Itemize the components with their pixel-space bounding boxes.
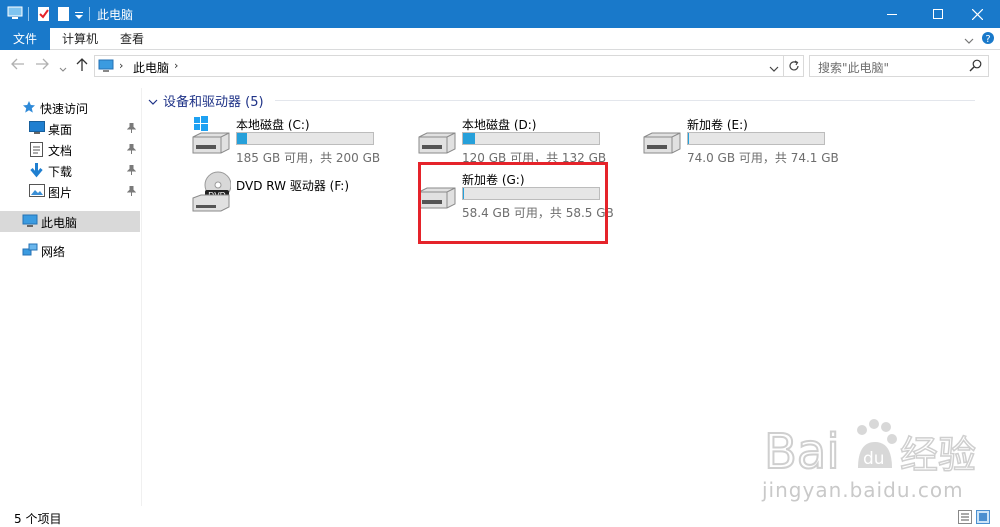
drive-size: 185 GB 可用，共 200 GB — [236, 151, 381, 165]
watermark-site: jingyan.baidu.com — [762, 478, 964, 502]
baidu-watermark: Bai du 经验 jingyan.baidu.com — [762, 412, 992, 507]
breadcrumb-chevron-icon[interactable]: › — [119, 59, 123, 72]
title-bar: 此电脑 — [0, 0, 1000, 28]
svg-text:经验: 经验 — [900, 433, 976, 477]
dvd-drive-icon: DVD — [191, 171, 232, 216]
breadcrumb-this-pc[interactable]: 此电脑 — [133, 59, 169, 76]
divider — [28, 7, 30, 24]
sidebar-item-quick-access[interactable]: 快速访问 — [0, 97, 140, 118]
annotation-highlight-box — [418, 162, 608, 244]
computer-icon[interactable] — [7, 6, 23, 23]
desktop-icon — [29, 121, 45, 137]
drive-size: 74.0 GB 可用，共 74.1 GB — [687, 151, 839, 165]
sidebar-item-label: 快速访问 — [40, 102, 89, 116]
refresh-icon — [788, 60, 799, 71]
computer-icon — [98, 59, 114, 76]
maximize-icon — [933, 9, 943, 19]
drive-item-e[interactable]: 新加卷 (E:) 74.0 GB 可用，共 74.1 GB — [642, 115, 852, 165]
address-bar[interactable]: › 此电脑 › — [94, 55, 784, 77]
svg-text:du: du — [863, 449, 885, 469]
navigation-bar: › 此电脑 › 搜索"此电脑" — [0, 51, 1000, 81]
status-bar: 5 个项目 — [0, 507, 1000, 527]
drive-usage-bar — [236, 132, 374, 145]
expand-ribbon-icon[interactable] — [964, 34, 974, 48]
drive-usage-bar — [462, 132, 600, 145]
customize-toolbar-icon[interactable] — [74, 10, 84, 24]
drive-name: 本地磁盘 (D:) — [462, 118, 537, 132]
new-folder-icon[interactable] — [57, 6, 71, 25]
close-icon — [971, 8, 983, 20]
search-icon[interactable] — [969, 59, 982, 75]
minimize-icon — [887, 14, 897, 15]
up-icon[interactable] — [76, 58, 88, 76]
pictures-icon — [29, 184, 45, 200]
drive-usage-fill — [237, 133, 248, 144]
search-placeholder: 搜索"此电脑" — [818, 61, 890, 75]
sidebar-item-label: 下载 — [48, 165, 73, 179]
sidebar-item-label: 网络 — [41, 245, 66, 259]
large-icons-view-icon[interactable] — [976, 510, 990, 527]
sidebar-item-pictures[interactable]: 图片 — [0, 181, 140, 202]
sidebar-item-documents[interactable]: 文档 — [0, 139, 140, 160]
network-icon — [22, 243, 38, 260]
sidebar-item-network[interactable]: 网络 — [0, 240, 140, 261]
drive-name: DVD RW 驱动器 (F:) — [236, 179, 350, 193]
sidebar-item-label: 桌面 — [48, 123, 73, 137]
hard-drive-icon — [417, 115, 457, 160]
back-icon[interactable] — [11, 58, 25, 74]
recent-locations-icon[interactable] — [59, 61, 67, 77]
baidu-logo: Bai du 经验 — [763, 419, 977, 481]
navigation-pane: 快速访问 桌面 文档 下载 图片 此电脑 网络 — [0, 88, 142, 506]
drive-item-d[interactable]: 本地磁盘 (D:) 120 GB 可用，共 132 GB — [417, 115, 627, 165]
sidebar-item-label: 此电脑 — [41, 216, 78, 230]
search-input[interactable]: 搜索"此电脑" — [809, 55, 989, 77]
group-divider — [275, 100, 975, 101]
drive-usage-bar — [687, 132, 825, 145]
drive-usage-fill — [463, 133, 476, 144]
help-icon[interactable]: ? — [981, 31, 995, 48]
group-title: 设备和驱动器 (5) — [163, 95, 264, 110]
drive-item-f[interactable]: DVD DVD RW 驱动器 (F:) — [191, 171, 401, 221]
refresh-button[interactable] — [784, 55, 804, 77]
tab-computer[interactable]: 计算机 — [52, 28, 108, 50]
pin-icon[interactable] — [126, 122, 137, 136]
sidebar-item-downloads[interactable]: 下载 — [0, 160, 140, 181]
collapse-chevron-icon[interactable] — [148, 95, 158, 109]
file-explorer-window: 此电脑 文件 计算机 查看 ? › 此电脑 › 搜索"此电脑" 快速访问 桌面 … — [0, 0, 1000, 527]
sidebar-item-label: 图片 — [48, 186, 73, 200]
computer-icon — [22, 214, 38, 231]
drive-name: 新加卷 (E:) — [687, 118, 748, 132]
breadcrumb-chevron-icon[interactable]: › — [174, 59, 178, 72]
svg-text:?: ? — [985, 34, 990, 45]
documents-icon — [30, 142, 43, 160]
sidebar-item-desktop[interactable]: 桌面 — [0, 118, 140, 139]
tab-file[interactable]: 文件 — [0, 28, 50, 50]
details-view-icon[interactable] — [958, 510, 972, 527]
sidebar-item-this-pc[interactable]: 此电脑 — [0, 211, 140, 232]
properties-icon[interactable] — [37, 6, 51, 25]
minimize-button[interactable] — [869, 0, 915, 28]
drive-item-c[interactable]: 本地磁盘 (C:) 185 GB 可用，共 200 GB — [191, 115, 401, 165]
hard-drive-icon — [642, 115, 682, 160]
forward-icon[interactable] — [35, 58, 49, 74]
ribbon-tabs: 文件 计算机 查看 ? — [0, 28, 1000, 50]
tab-view[interactable]: 查看 — [110, 28, 154, 50]
drive-name: 本地磁盘 (C:) — [236, 118, 310, 132]
windows-drive-icon — [191, 115, 231, 160]
close-button[interactable] — [954, 0, 1000, 28]
download-icon — [30, 163, 43, 181]
sidebar-item-label: 文档 — [48, 144, 73, 158]
address-history-icon[interactable] — [769, 62, 779, 76]
item-count: 5 个项目 — [14, 512, 62, 526]
drive-usage-fill — [688, 133, 689, 144]
divider — [89, 7, 91, 24]
pin-icon[interactable] — [126, 143, 137, 157]
pin-icon[interactable] — [126, 185, 137, 199]
pin-icon[interactable] — [126, 164, 137, 178]
window-title: 此电脑 — [97, 8, 134, 22]
star-icon — [22, 100, 36, 117]
svg-text:Bai: Bai — [764, 424, 840, 480]
